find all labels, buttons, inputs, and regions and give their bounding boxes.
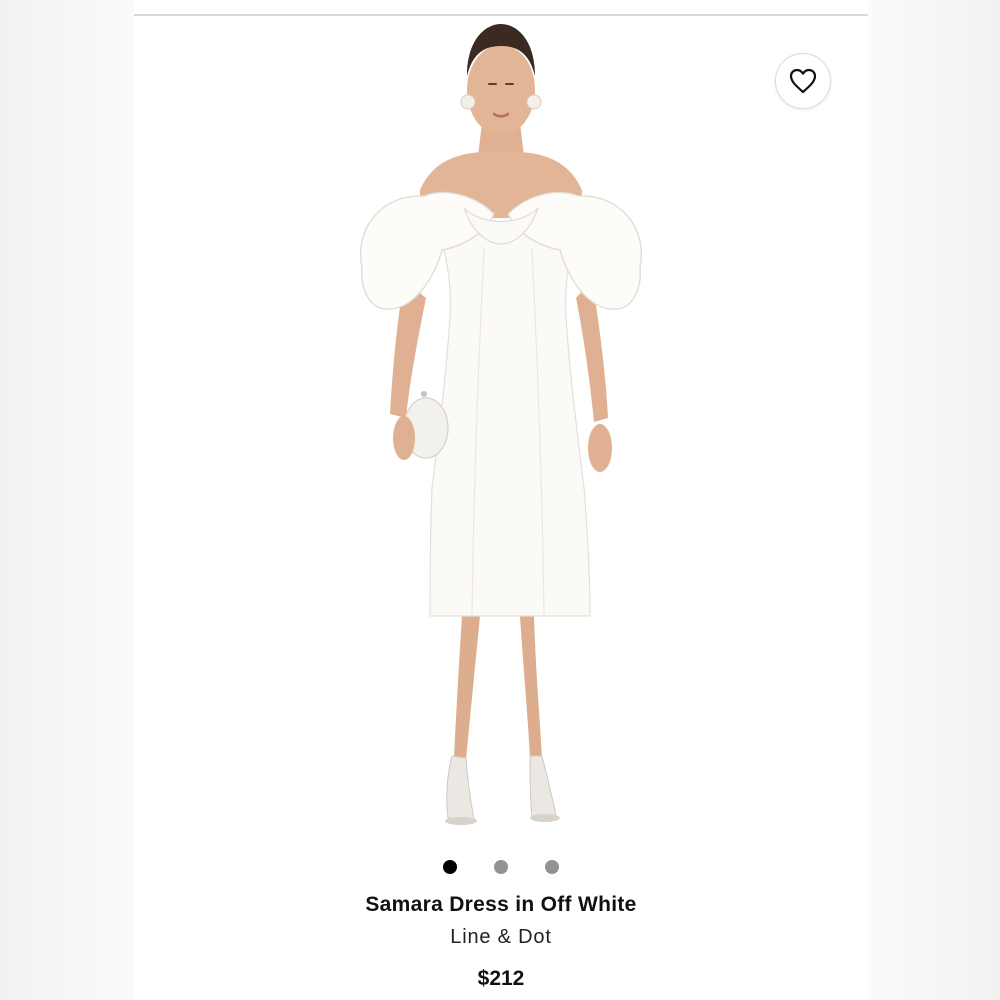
screenshot-frame: Samara Dress in Off White Line & Dot $21… (0, 0, 1000, 1000)
top-divider (134, 14, 868, 16)
brand-name[interactable]: Line & Dot (134, 926, 868, 949)
carousel-dot-1[interactable] (443, 860, 457, 874)
carousel-dot-3[interactable] (545, 860, 559, 874)
carousel-dots (134, 860, 868, 874)
carousel-dot-2[interactable] (494, 860, 508, 874)
product-name: Samara Dress in Off White (365, 893, 637, 916)
product-image[interactable] (334, 18, 668, 848)
favorite-button[interactable] (775, 53, 831, 109)
heart-outline-icon (789, 68, 817, 94)
product-price: $212 (477, 967, 525, 990)
product-card: Samara Dress in Off White Line & Dot $21… (134, 0, 868, 1000)
